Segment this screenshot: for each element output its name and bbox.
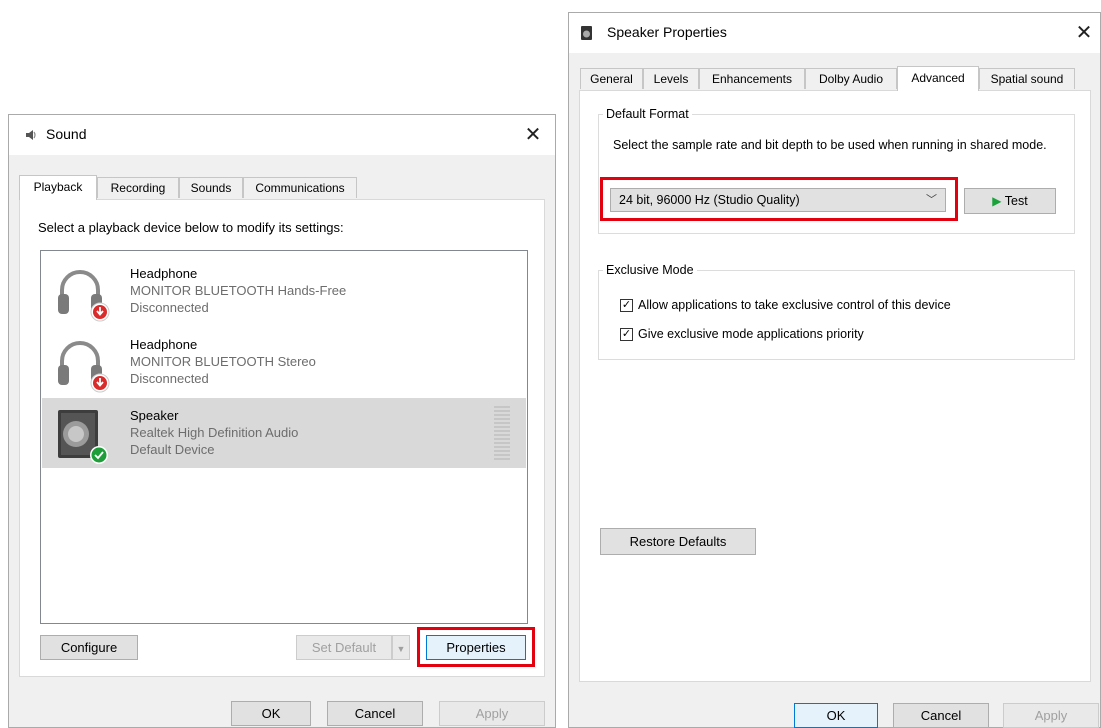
tab-dolby-audio[interactable]: Dolby Audio (805, 68, 897, 89)
tab-communications[interactable]: Communications (243, 177, 357, 198)
list-item-speaker[interactable]: Speaker Realtek High Definition Audio De… (42, 398, 526, 468)
play-icon: ▶ (992, 194, 1002, 208)
chevron-down-icon: ﹀ (926, 194, 937, 206)
speaker-properties-title: Speaker Properties (607, 24, 727, 40)
device-description: MONITOR BLUETOOTH Hands-Free (130, 283, 347, 298)
set-default-button[interactable]: Set Default (296, 635, 392, 660)
tab-general[interactable]: General (580, 68, 643, 89)
speaker-ok-button[interactable]: OK (794, 703, 878, 728)
tab-playback[interactable]: Playback (19, 175, 97, 200)
device-description: MONITOR BLUETOOTH Stereo (130, 354, 316, 369)
playback-instruction: Select a playback device below to modify… (38, 220, 344, 235)
chevron-down-icon: ▼ (396, 644, 406, 654)
playback-panel: Select a playback device below to modify… (19, 199, 545, 677)
ok-button[interactable]: OK (231, 701, 311, 726)
list-item-headphone-stereo[interactable]: Headphone MONITOR BLUETOOTH Stereo Disco… (42, 327, 526, 397)
sound-app-icon (26, 130, 36, 140)
device-status: Disconnected (130, 371, 209, 386)
device-name: Headphone (130, 337, 198, 352)
apply-button[interactable]: Apply (439, 701, 545, 726)
headphone-icon (58, 341, 110, 393)
exclusive-priority-checkbox[interactable]: ✓ (620, 328, 633, 341)
speaker-cancel-button[interactable]: Cancel (893, 703, 989, 728)
headphone-icon (58, 270, 110, 322)
allow-exclusive-checkbox[interactable]: ✓ (620, 299, 633, 312)
device-description: Realtek High Definition Audio (130, 425, 299, 440)
device-name: Speaker (130, 408, 179, 423)
device-status: Disconnected (130, 300, 209, 315)
set-default-dropdown[interactable]: ▼ (392, 635, 410, 660)
volume-level-meter (494, 406, 510, 460)
configure-button[interactable]: Configure (40, 635, 138, 660)
default-format-title: Default Format (603, 107, 692, 121)
sound-close-icon[interactable]: ✕ (511, 115, 555, 155)
sample-rate-value: 24 bit, 96000 Hz (Studio Quality) (619, 193, 800, 207)
speaker-properties-dialog: Speaker Properties ✕ General Levels Enha… (568, 12, 1101, 728)
sound-title: Sound (46, 126, 87, 142)
test-label: Test (1004, 194, 1028, 208)
advanced-panel: Default Format Select the sample rate an… (579, 90, 1091, 682)
list-item-headphone-handsfree[interactable]: Headphone MONITOR BLUETOOTH Hands-Free D… (42, 256, 526, 326)
tab-spatial-sound[interactable]: Spatial sound (979, 68, 1075, 89)
speaker-properties-tabs: General Levels Enhancements Dolby Audio … (580, 66, 1089, 91)
tab-recording[interactable]: Recording (97, 177, 179, 198)
speaker-properties-titlebar: Speaker Properties ✕ (569, 13, 1100, 53)
device-list[interactable]: Headphone MONITOR BLUETOOTH Hands-Free D… (40, 250, 528, 624)
properties-button[interactable]: Properties (426, 635, 526, 660)
exclusive-mode-group (598, 270, 1075, 360)
sound-titlebar: Sound ✕ (9, 115, 555, 155)
speaker-icon (58, 410, 108, 464)
restore-defaults-button[interactable]: Restore Defaults (600, 528, 756, 555)
default-format-group (598, 114, 1075, 234)
allow-exclusive-label: Allow applications to take exclusive con… (638, 298, 951, 312)
speaker-apply-button[interactable]: Apply (1003, 703, 1099, 728)
tab-sounds[interactable]: Sounds (179, 177, 243, 198)
tab-advanced[interactable]: Advanced (897, 66, 979, 91)
device-name: Headphone (130, 266, 198, 281)
speaker-app-icon (581, 26, 592, 40)
speaker-properties-close-icon[interactable]: ✕ (1062, 13, 1101, 53)
tab-enhancements[interactable]: Enhancements (699, 68, 805, 89)
sample-rate-select[interactable]: 24 bit, 96000 Hz (Studio Quality) ﹀ (610, 188, 946, 212)
cancel-button[interactable]: Cancel (327, 701, 423, 726)
test-button[interactable]: ▶ Test (964, 188, 1056, 214)
default-format-description: Select the sample rate and bit depth to … (613, 138, 1047, 152)
exclusive-mode-title: Exclusive Mode (603, 263, 697, 277)
tab-levels[interactable]: Levels (643, 68, 699, 89)
sound-dialog: Sound ✕ Playback Recording Sounds Commun… (8, 114, 556, 728)
sound-tabs: Playback Recording Sounds Communications (19, 175, 545, 200)
device-status: Default Device (130, 442, 215, 457)
exclusive-priority-label: Give exclusive mode applications priorit… (638, 327, 864, 341)
